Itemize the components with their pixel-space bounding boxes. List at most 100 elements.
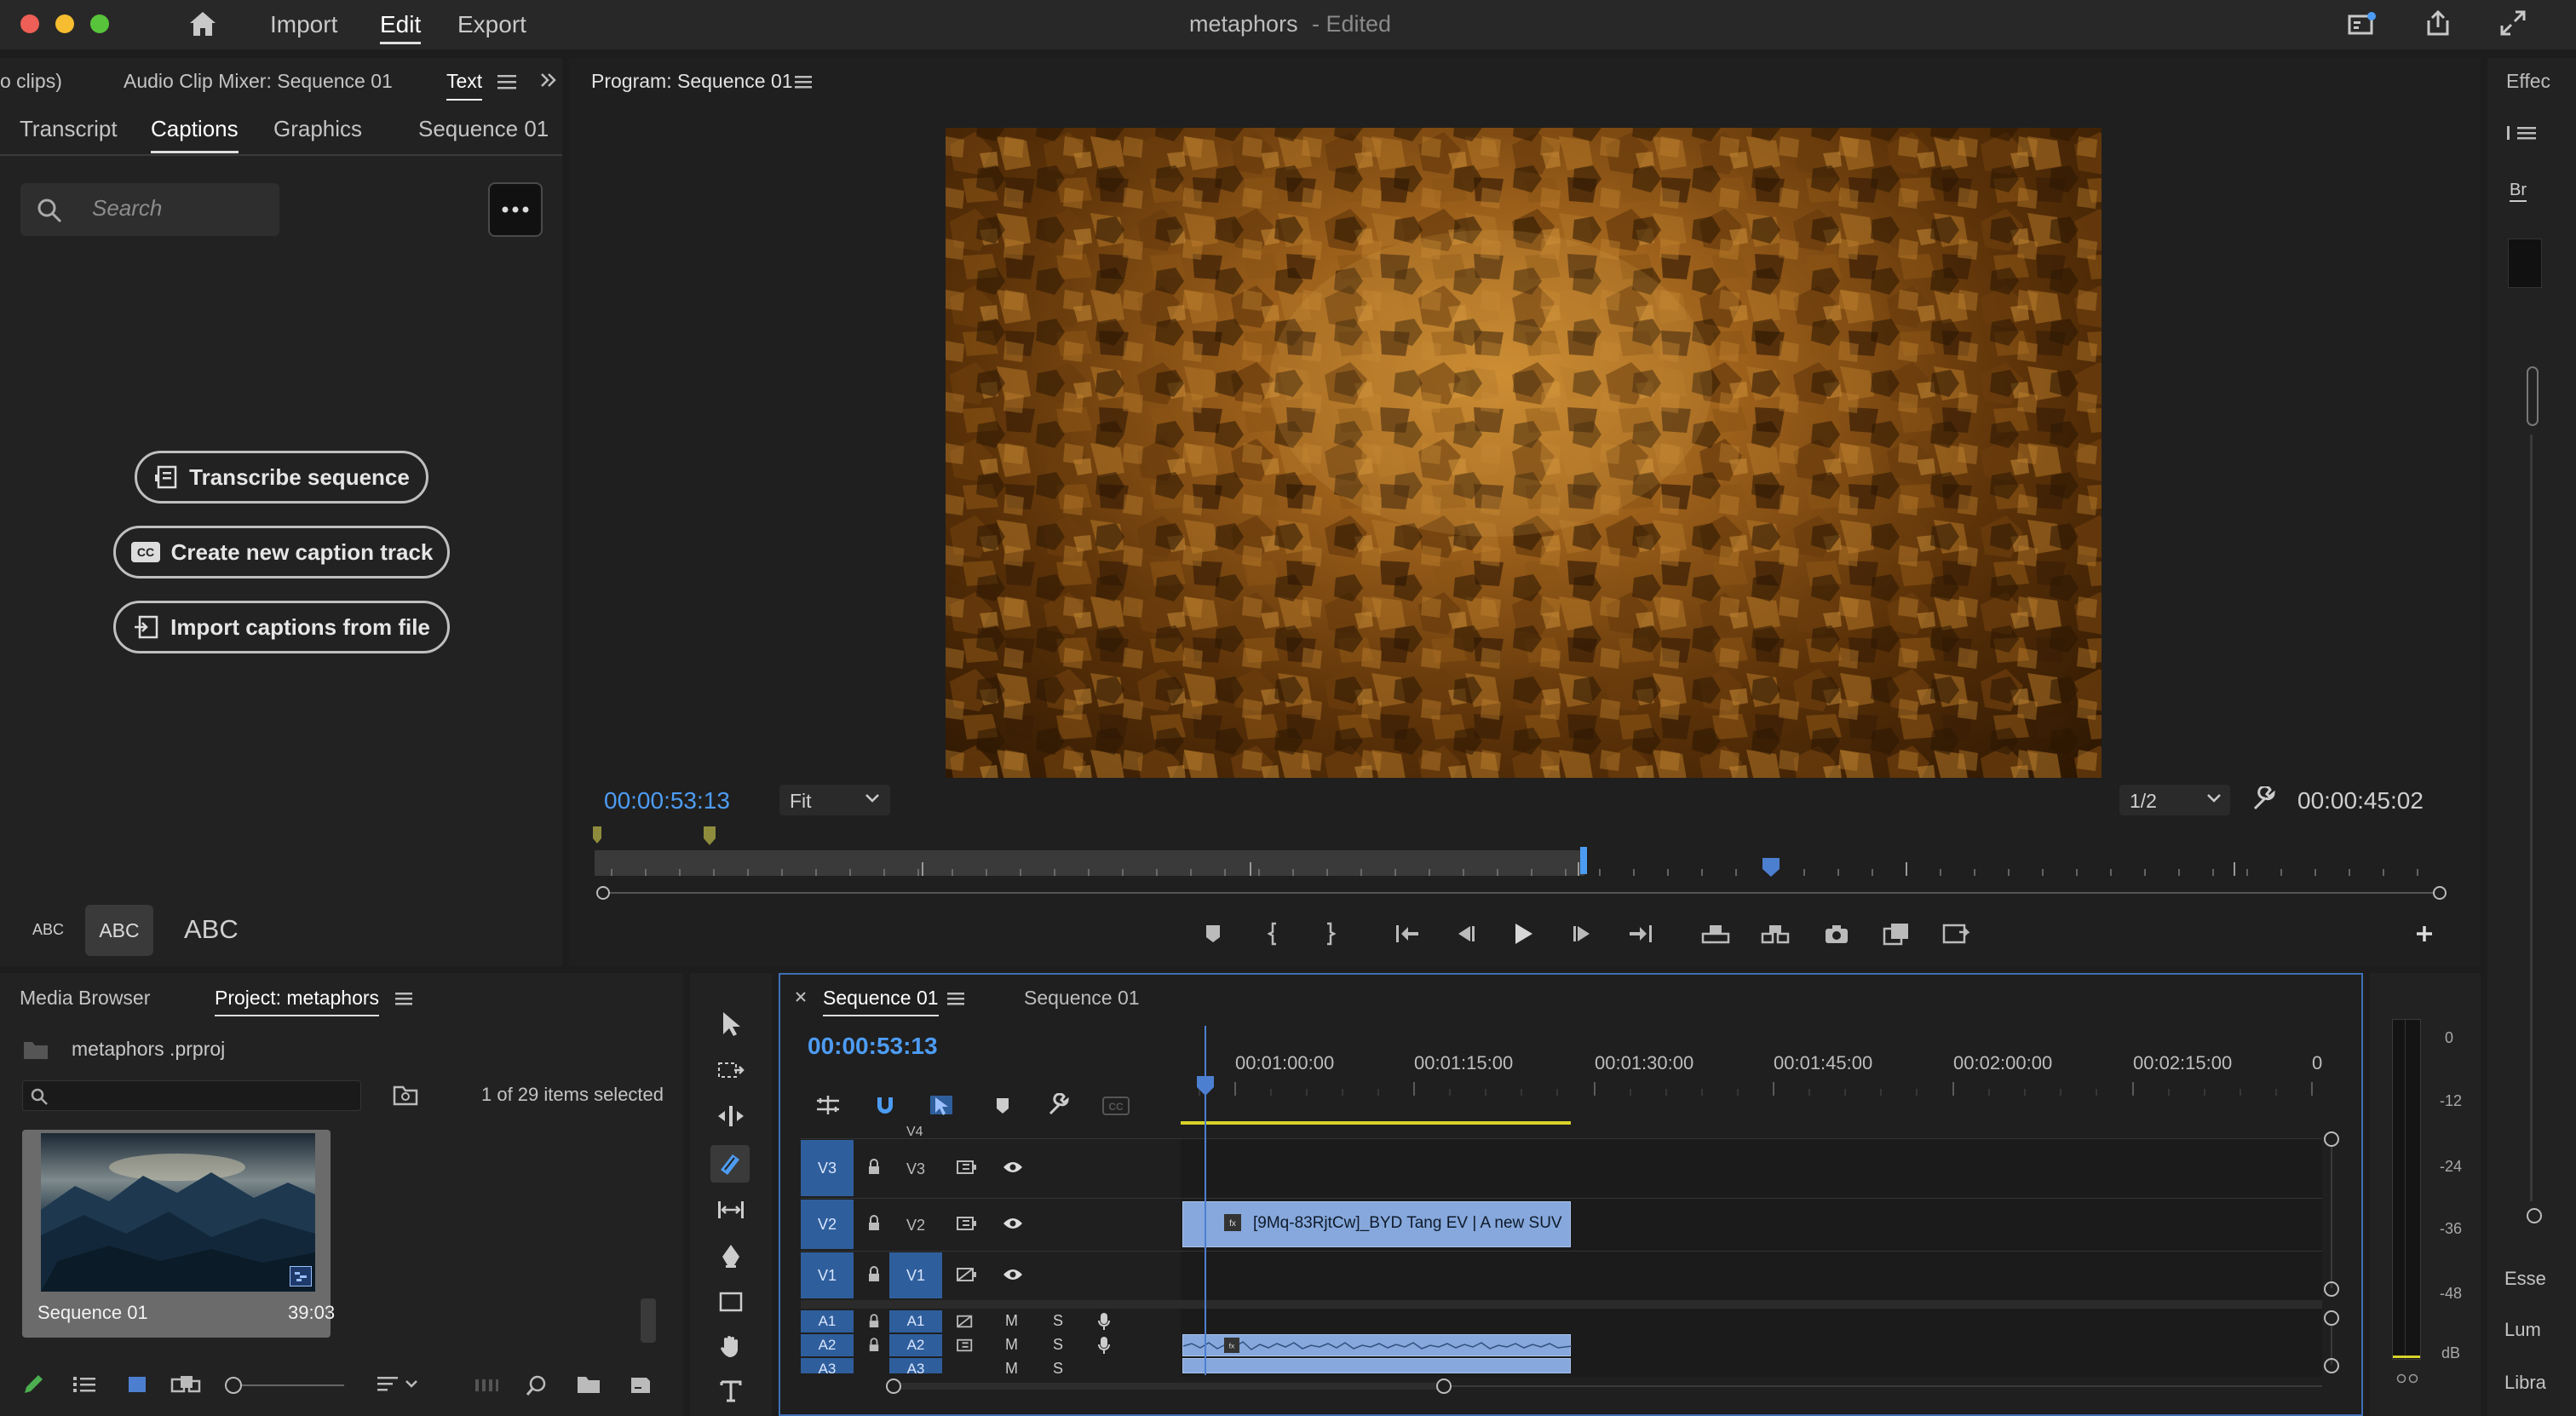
linked-selection-icon[interactable] [927, 1091, 957, 1120]
microphone-icon[interactable] [1095, 1311, 1113, 1332]
program-monitor-title[interactable]: Program: Sequence 01 [591, 70, 793, 93]
slip-tool-icon[interactable] [714, 1193, 748, 1227]
resolution-dropdown[interactable]: 1/2 [2119, 785, 2230, 815]
close-tab-icon[interactable] [792, 988, 809, 1005]
libraries-tab[interactable]: Libra [2504, 1372, 2546, 1394]
work-area-bar[interactable] [1181, 1121, 1571, 1125]
automate-to-sequence-icon[interactable] [472, 1373, 501, 1397]
tab-captions[interactable]: Captions [151, 116, 239, 153]
sync-lock-icon[interactable] [954, 1157, 980, 1177]
eye-icon[interactable] [1000, 1157, 1026, 1177]
panel-overflow-icon[interactable] [537, 68, 561, 92]
project-scrollbar[interactable] [641, 1298, 656, 1343]
eye-icon[interactable] [1000, 1264, 1026, 1285]
meter-solo-buttons[interactable] [2395, 1373, 2421, 1384]
sort-icon[interactable] [373, 1372, 424, 1397]
marker-green[interactable] [704, 826, 716, 847]
menu-export[interactable]: Export [457, 11, 526, 38]
effects-browse-label[interactable]: Br [2510, 181, 2527, 202]
selection-tool-icon[interactable] [714, 1007, 748, 1041]
microphone-icon[interactable] [1095, 1335, 1113, 1356]
solo-a3[interactable]: S [1053, 1360, 1063, 1373]
tab-project-metaphors[interactable]: Project: metaphors [215, 987, 380, 1016]
text-size-small[interactable]: ABC [32, 921, 64, 939]
track-a3-source[interactable]: A3 [801, 1358, 854, 1373]
mute-a1[interactable]: M [1005, 1312, 1018, 1330]
timeline-zoom-scrollbar[interactable] [886, 1377, 2322, 1396]
sync-lock-icon[interactable] [954, 1337, 978, 1354]
tab-text[interactable]: Text [446, 70, 483, 101]
zoom-handle-left[interactable] [596, 886, 610, 900]
share-icon[interactable] [2423, 9, 2453, 37]
minimize-window-button[interactable] [55, 14, 74, 33]
hand-tool-icon[interactable] [714, 1329, 748, 1363]
track-a1-source[interactable]: A1 [801, 1310, 854, 1333]
snap-magnet-icon[interactable] [871, 1092, 900, 1118]
find-icon[interactable] [523, 1372, 550, 1399]
go-to-out-button[interactable] [1624, 917, 1658, 951]
lumetri-tab[interactable]: Lum [2504, 1319, 2541, 1341]
timeline-marker-icon[interactable] [990, 1094, 1015, 1118]
project-search-input[interactable] [22, 1080, 361, 1111]
timeline-tab-sequence-01-b[interactable]: Sequence 01 [1024, 987, 1140, 1010]
tab-media-browser[interactable]: Media Browser [20, 987, 150, 1010]
track-a2-source[interactable]: A2 [801, 1334, 854, 1356]
menu-edit[interactable]: Edit [380, 11, 422, 44]
video-scroll-handle-bottom[interactable] [2324, 1281, 2339, 1297]
play-button[interactable] [1506, 917, 1540, 951]
program-current-timecode[interactable]: 00:00:53:13 [604, 787, 730, 814]
list-view-icon[interactable] [70, 1372, 99, 1397]
lock-icon[interactable] [864, 1213, 884, 1234]
solo-a2[interactable]: S [1053, 1336, 1063, 1354]
lift-button[interactable] [1699, 917, 1733, 951]
monitor-playhead[interactable] [1762, 857, 1780, 878]
tab-audio-clip-mixer[interactable]: Audio Clip Mixer: Sequence 01 [124, 70, 393, 93]
mark-in-button[interactable] [1257, 917, 1291, 951]
text-size-medium[interactable]: ABC [85, 905, 153, 956]
solo-a1[interactable]: S [1053, 1312, 1063, 1330]
track-a3-target[interactable]: A3 [889, 1358, 942, 1373]
maximize-window-button[interactable] [90, 14, 109, 33]
comparison-view-button[interactable] [1879, 917, 1913, 951]
video-audio-divider[interactable] [801, 1300, 2322, 1309]
mute-a3[interactable]: M [1005, 1360, 1018, 1373]
essential-graphics-tab[interactable]: Esse [2504, 1268, 2546, 1290]
audio-clip-a3[interactable] [1182, 1358, 1571, 1373]
timeline-ruler[interactable] [1182, 1075, 2320, 1097]
monitor-timeline-ruler[interactable] [595, 847, 2447, 883]
monitor-menu-icon[interactable] [792, 72, 814, 92]
freeform-view-icon[interactable] [169, 1372, 203, 1397]
lock-icon[interactable] [864, 1264, 884, 1285]
panel-menu-icon[interactable] [496, 72, 518, 92]
home-icon[interactable] [186, 9, 220, 39]
captions-track-icon[interactable]: CC [1101, 1094, 1131, 1118]
extract-button[interactable] [1758, 917, 1792, 951]
close-window-button[interactable] [20, 14, 39, 33]
step-forward-button[interactable] [1566, 917, 1600, 951]
marker-in[interactable] [593, 826, 601, 847]
audio-scroll-handle-top[interactable] [2324, 1310, 2339, 1326]
quick-export-icon[interactable] [2346, 10, 2377, 37]
rectangle-tool-icon[interactable] [714, 1285, 748, 1319]
new-item-icon[interactable] [627, 1372, 654, 1397]
thumbnail-size-slider[interactable] [225, 1377, 344, 1394]
razor-tool-icon[interactable] [710, 1145, 750, 1183]
track-v3-source[interactable]: V3 [801, 1140, 854, 1196]
audio-scroll-handle-bottom[interactable] [2324, 1358, 2339, 1373]
tab-clips-partial[interactable]: o clips) [0, 70, 62, 93]
effects-slider-knob[interactable] [2527, 1208, 2542, 1223]
transcribe-sequence-button[interactable]: Transcribe sequence [135, 451, 428, 504]
create-caption-track-button[interactable]: CC Create new caption track [113, 526, 450, 578]
lock-icon[interactable] [864, 1157, 884, 1177]
ripple-edit-tool-icon[interactable] [714, 1099, 748, 1133]
new-bin-icon[interactable] [574, 1372, 603, 1397]
track-v3-name[interactable]: V3 [906, 1160, 925, 1178]
video-clip-v2[interactable]: fx [9Mq-83RjtCw]_BYD Tang EV | A new SUV… [1182, 1201, 1571, 1247]
sync-lock-off-icon[interactable] [954, 1313, 978, 1330]
video-scroll-handle-top[interactable] [2324, 1131, 2339, 1147]
find-in-project-icon[interactable] [390, 1080, 421, 1109]
timeline-tab-sequence-01[interactable]: Sequence 01 [823, 987, 939, 1016]
import-captions-button[interactable]: Import captions from file [113, 601, 450, 653]
pencil-icon[interactable] [19, 1370, 48, 1399]
zoom-fit-dropdown[interactable]: Fit [779, 785, 890, 815]
